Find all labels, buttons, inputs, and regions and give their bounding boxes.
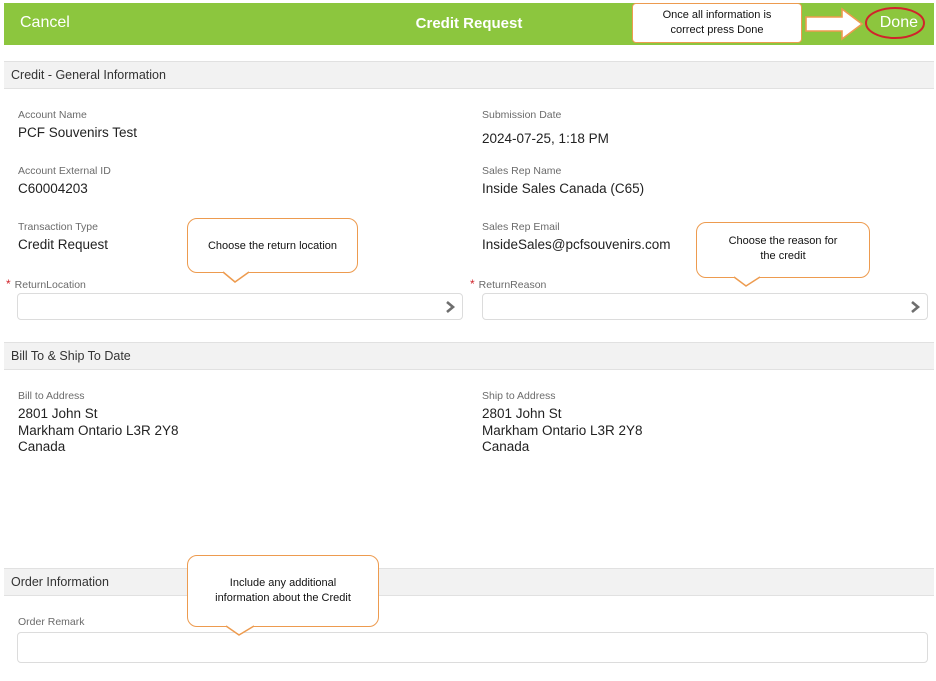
return-location-picker[interactable] xyxy=(17,293,463,320)
bill-to-line: Markham Ontario L3R 2Y8 xyxy=(18,422,179,438)
order-remark-label: Order Remark xyxy=(18,616,85,628)
callout-tail xyxy=(733,276,761,287)
bill-to-line: 2801 John St xyxy=(18,406,98,421)
return-reason-callout: Choose the reason for the credit xyxy=(696,222,870,278)
callout-text: Once all information is xyxy=(662,9,772,21)
transaction-type-value: Credit Request xyxy=(18,237,109,252)
callout-text: correct press Done xyxy=(670,24,764,36)
ship-to-line: 2801 John St xyxy=(482,406,562,421)
order-remark-callout: Include any additional information about… xyxy=(187,555,379,627)
chevron-right-icon xyxy=(446,301,456,313)
sales-rep-name-label: Sales Rep Name xyxy=(482,165,562,177)
account-name-value: PCF Souvenirs Test xyxy=(18,125,138,140)
section-title-order: Order Information xyxy=(11,575,109,589)
return-reason-picker[interactable] xyxy=(482,293,928,320)
ship-to-line: Markham Ontario L3R 2Y8 xyxy=(482,422,643,438)
bill-to-line: Canada xyxy=(18,439,66,454)
return-reason-label-text: ReturnReason xyxy=(478,279,547,291)
ship-to-line: Canada xyxy=(482,439,530,454)
callout-tail xyxy=(222,271,250,283)
cancel-button[interactable]: Cancel xyxy=(20,14,70,32)
bill-to-address: 2801 John St Markham Ontario L3R 2Y8 Can… xyxy=(18,406,179,456)
return-location-label: * ReturnLocation xyxy=(6,277,86,291)
submission-date-value: 2024-07-25, 1:18 PM xyxy=(482,131,609,146)
chevron-right-icon xyxy=(911,301,921,313)
submission-date-label: Submission Date xyxy=(482,109,562,121)
callout-text: Choose the reason for xyxy=(728,235,838,247)
callout-text: information about the Credit xyxy=(215,592,351,604)
account-external-id-label: Account External ID xyxy=(18,165,111,177)
callout-text: Include any additional xyxy=(229,577,337,589)
done-instruction-callout: Once all information is correct press Do… xyxy=(632,3,802,43)
bill-to-label: Bill to Address xyxy=(18,390,85,402)
ship-to-label: Ship to Address xyxy=(482,390,556,402)
return-reason-label: * ReturnReason xyxy=(470,277,546,291)
account-external-id-value: C60004203 xyxy=(18,181,88,196)
done-highlight-circle xyxy=(865,7,925,39)
callout-tail xyxy=(225,625,255,636)
sales-rep-email-label: Sales Rep Email xyxy=(482,221,560,233)
callout-text: the credit xyxy=(760,250,806,262)
section-header-addresses: Bill To & Ship To Date xyxy=(4,342,934,370)
section-title-general: Credit - General Information xyxy=(11,68,166,82)
right-arrow-icon xyxy=(805,7,864,41)
sales-rep-name-value: Inside Sales Canada (C65) xyxy=(482,181,645,196)
section-header-order: Order Information xyxy=(4,568,934,596)
callout-text: Choose the return location xyxy=(207,240,338,252)
order-remark-input[interactable] xyxy=(17,632,928,663)
required-marker: * xyxy=(6,277,11,291)
section-title-addresses: Bill To & Ship To Date xyxy=(11,349,131,363)
ship-to-address: 2801 John St Markham Ontario L3R 2Y8 Can… xyxy=(482,406,643,456)
return-location-label-text: ReturnLocation xyxy=(14,279,86,291)
account-name-label: Account Name xyxy=(18,109,87,121)
required-marker: * xyxy=(470,277,475,291)
transaction-type-label: Transaction Type xyxy=(18,221,98,233)
sales-rep-email-value: InsideSales@pcfsouvenirs.com xyxy=(482,237,671,252)
section-header-general: Credit - General Information xyxy=(4,61,934,89)
return-location-callout: Choose the return location xyxy=(187,218,358,273)
